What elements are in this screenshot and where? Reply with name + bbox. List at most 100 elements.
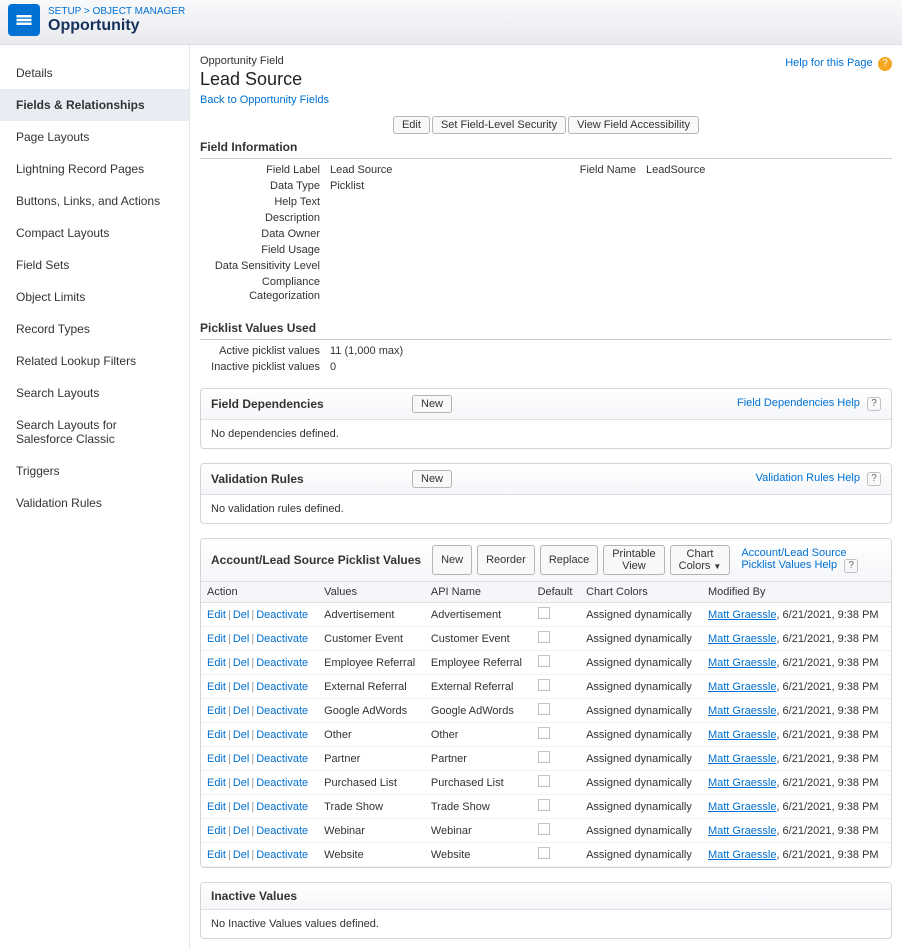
- deactivate-link[interactable]: Deactivate: [256, 609, 308, 621]
- top-button[interactable]: View Field Accessibility: [568, 116, 699, 134]
- deactivate-link[interactable]: Deactivate: [256, 801, 308, 813]
- edit-link[interactable]: Edit: [207, 849, 226, 861]
- default-checkbox[interactable]: [538, 799, 550, 811]
- user-link[interactable]: Matt Graessle: [708, 801, 776, 813]
- default-checkbox[interactable]: [538, 847, 550, 859]
- user-link[interactable]: Matt Graessle: [708, 633, 776, 645]
- breadcrumb-setup[interactable]: SETUP: [48, 6, 81, 17]
- picklist-panel-button[interactable]: Printable View: [603, 545, 664, 575]
- action-cell: Edit|Del|Deactivate: [201, 603, 318, 627]
- help-q-icon[interactable]: ?: [844, 559, 858, 573]
- modified-by-cell: Matt Graessle, 6/21/2021, 9:38 PM: [702, 771, 891, 795]
- deactivate-link[interactable]: Deactivate: [256, 729, 308, 741]
- default-checkbox[interactable]: [538, 679, 550, 691]
- deactivate-link[interactable]: Deactivate: [256, 777, 308, 789]
- del-link[interactable]: Del: [233, 681, 250, 693]
- default-checkbox[interactable]: [538, 655, 550, 667]
- user-link[interactable]: Matt Graessle: [708, 657, 776, 669]
- user-link[interactable]: Matt Graessle: [708, 825, 776, 837]
- del-link[interactable]: Del: [233, 849, 250, 861]
- deactivate-link[interactable]: Deactivate: [256, 753, 308, 765]
- del-link[interactable]: Del: [233, 705, 250, 717]
- picklist-panel-button[interactable]: New: [432, 545, 472, 575]
- user-link[interactable]: Matt Graessle: [708, 609, 776, 621]
- default-cell: [532, 795, 581, 819]
- del-link[interactable]: Del: [233, 729, 250, 741]
- deactivate-link[interactable]: Deactivate: [256, 849, 308, 861]
- field-dependencies-new-button[interactable]: New: [412, 395, 452, 413]
- default-checkbox[interactable]: [538, 751, 550, 763]
- user-link[interactable]: Matt Graessle: [708, 849, 776, 861]
- deactivate-link[interactable]: Deactivate: [256, 657, 308, 669]
- default-checkbox[interactable]: [538, 631, 550, 643]
- back-link[interactable]: Back to Opportunity Fields: [200, 94, 329, 106]
- user-link[interactable]: Matt Graessle: [708, 729, 776, 741]
- sidebar-item[interactable]: Details: [0, 57, 189, 89]
- del-link[interactable]: Del: [233, 825, 250, 837]
- deactivate-link[interactable]: Deactivate: [256, 681, 308, 693]
- del-link[interactable]: Del: [233, 657, 250, 669]
- sidebar-item[interactable]: Compact Layouts: [0, 217, 189, 249]
- help-link[interactable]: Help for this Page: [785, 57, 872, 69]
- deactivate-link[interactable]: Deactivate: [256, 705, 308, 717]
- picklist-panel-button[interactable]: Reorder: [477, 545, 535, 575]
- default-checkbox[interactable]: [538, 607, 550, 619]
- sidebar-item[interactable]: Record Types: [0, 313, 189, 345]
- deactivate-link[interactable]: Deactivate: [256, 825, 308, 837]
- field-name-value: LeadSource: [646, 163, 892, 177]
- edit-link[interactable]: Edit: [207, 801, 226, 813]
- default-checkbox[interactable]: [538, 703, 550, 715]
- sidebar-item[interactable]: Search Layouts for Salesforce Classic: [0, 409, 189, 455]
- sidebar-item[interactable]: Related Lookup Filters: [0, 345, 189, 377]
- default-checkbox[interactable]: [538, 727, 550, 739]
- del-link[interactable]: Del: [233, 633, 250, 645]
- sidebar-item[interactable]: Validation Rules: [0, 487, 189, 519]
- sidebar-item[interactable]: Fields & Relationships: [0, 89, 189, 121]
- user-link[interactable]: Matt Graessle: [708, 681, 776, 693]
- picklist-values-help-link[interactable]: Account/Lead Source Picklist Values Help: [741, 547, 846, 571]
- edit-link[interactable]: Edit: [207, 777, 226, 789]
- sidebar-item[interactable]: Lightning Record Pages: [0, 153, 189, 185]
- edit-link[interactable]: Edit: [207, 633, 226, 645]
- modified-by-cell: Matt Graessle, 6/21/2021, 9:38 PM: [702, 603, 891, 627]
- edit-link[interactable]: Edit: [207, 825, 226, 837]
- picklist-panel-button[interactable]: Replace: [540, 545, 598, 575]
- main-content: Opportunity Field Lead Source Back to Op…: [190, 45, 902, 949]
- deactivate-link[interactable]: Deactivate: [256, 633, 308, 645]
- sidebar-item[interactable]: Page Layouts: [0, 121, 189, 153]
- del-link[interactable]: Del: [233, 753, 250, 765]
- validation-rules-help-link[interactable]: Validation Rules Help: [756, 472, 860, 484]
- edit-link[interactable]: Edit: [207, 657, 226, 669]
- top-button[interactable]: Edit: [393, 116, 430, 134]
- sidebar-item[interactable]: Buttons, Links, and Actions: [0, 185, 189, 217]
- user-link[interactable]: Matt Graessle: [708, 705, 776, 717]
- validation-rules-new-button[interactable]: New: [412, 470, 452, 488]
- sidebar-item[interactable]: Search Layouts: [0, 377, 189, 409]
- edit-link[interactable]: Edit: [207, 609, 226, 621]
- table-row: Edit|Del|DeactivateTrade ShowTrade ShowA…: [201, 795, 891, 819]
- breadcrumb-object-manager[interactable]: OBJECT MANAGER: [93, 6, 186, 17]
- sidebar-item[interactable]: Object Limits: [0, 281, 189, 313]
- help-q-icon[interactable]: ?: [867, 472, 881, 486]
- del-link[interactable]: Del: [233, 801, 250, 813]
- edit-link[interactable]: Edit: [207, 705, 226, 717]
- edit-link[interactable]: Edit: [207, 681, 226, 693]
- field-dependencies-help-link[interactable]: Field Dependencies Help: [737, 397, 860, 409]
- edit-link[interactable]: Edit: [207, 753, 226, 765]
- help-icon[interactable]: ?: [878, 57, 892, 71]
- user-link[interactable]: Matt Graessle: [708, 753, 776, 765]
- info-label: Active picklist values: [200, 344, 330, 358]
- picklist-values-title: Account/Lead Source Picklist Values: [211, 553, 421, 567]
- del-link[interactable]: Del: [233, 777, 250, 789]
- del-link[interactable]: Del: [233, 609, 250, 621]
- help-q-icon[interactable]: ?: [867, 397, 881, 411]
- default-checkbox[interactable]: [538, 823, 550, 835]
- top-button[interactable]: Set Field-Level Security: [432, 116, 566, 134]
- picklist-panel-button[interactable]: Chart Colors▼: [670, 545, 731, 575]
- edit-link[interactable]: Edit: [207, 729, 226, 741]
- default-checkbox[interactable]: [538, 775, 550, 787]
- sidebar-item[interactable]: Field Sets: [0, 249, 189, 281]
- action-cell: Edit|Del|Deactivate: [201, 771, 318, 795]
- sidebar-item[interactable]: Triggers: [0, 455, 189, 487]
- user-link[interactable]: Matt Graessle: [708, 777, 776, 789]
